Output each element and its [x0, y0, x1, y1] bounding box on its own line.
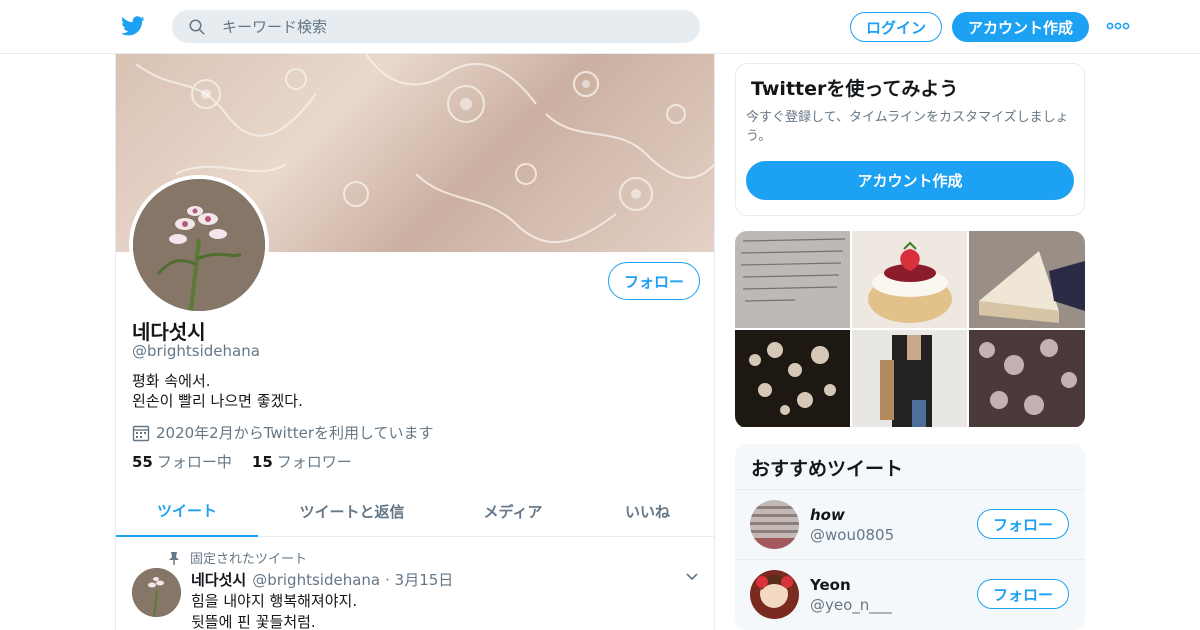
media-thumbnail[interactable]	[735, 231, 850, 328]
bio-line: 평화 속에서.	[132, 372, 211, 390]
signup-card-button[interactable]: アカウント作成	[746, 161, 1074, 200]
follow-button[interactable]: フォロー	[608, 262, 700, 300]
signup-card: Twitterを使ってみよう 今すぐ登録して、タイムラインをカスタマイズしましょ…	[735, 63, 1085, 216]
tab-likes[interactable]: いいね	[580, 486, 714, 537]
tab-media[interactable]: メディア	[446, 486, 580, 537]
media-thumbnail[interactable]	[969, 231, 1085, 328]
signup-button[interactable]: アカウント作成	[952, 12, 1089, 42]
user-name[interactable]: 𝙝𝙤𝙬	[810, 506, 845, 524]
tweet-header: 네다섯시 @brightsidehana · 3月15日	[191, 569, 453, 590]
tweet-date[interactable]: · 3月15日	[385, 569, 453, 590]
flower-photo-small	[132, 568, 181, 617]
following-stat[interactable]: 55 フォロー中	[132, 451, 232, 472]
following-label: フォロー中	[156, 453, 232, 471]
followers-label: フォロワー	[276, 453, 352, 471]
media-thumbnail[interactable]	[852, 231, 967, 328]
top-navigation-bar: ログイン アカウント作成	[0, 0, 1200, 54]
more-options-icon[interactable]	[1106, 18, 1130, 34]
media-thumbnail[interactable]	[969, 330, 1085, 427]
following-count: 55	[132, 453, 153, 471]
tweet-line: 힘을 내야지 행복해져야지.	[191, 592, 358, 610]
user-handle[interactable]: @yeo_n___	[810, 596, 892, 614]
recommended-user[interactable]: Yeon @yeo_n___ フォロー	[735, 559, 1085, 628]
recommended-tweets-card: おすすめツイート 𝙝𝙤𝙬 @wou0805 フォロー Yeon @yeo_n__…	[735, 444, 1085, 630]
profile-handle[interactable]: @brightsidehana	[132, 342, 260, 360]
calendar-icon	[132, 425, 150, 441]
follow-button[interactable]: フォロー	[977, 579, 1069, 609]
profile-column: フォロー 네다섯시 @brightsidehana 평화 속에서. 왼손이 빨리…	[115, 54, 715, 630]
tweet-line: 뒷뜰에 핀 꽃들처럼.	[191, 613, 316, 630]
followers-stat[interactable]: 15 フォロワー	[252, 451, 352, 472]
bio-line: 왼손이 빨리 나으면 좋겠다.	[132, 392, 303, 410]
user-handle[interactable]: @wou0805	[810, 526, 894, 544]
tab-tweets-and-replies[interactable]: ツイートと返信	[258, 486, 446, 537]
profile-bio: 평화 속에서. 왼손이 빨리 나으면 좋겠다.	[132, 371, 303, 411]
profile-tabs: ツイート ツイートと返信 メディア いいね	[116, 486, 714, 537]
user-avatar[interactable]	[750, 500, 799, 549]
signup-card-description: 今すぐ登録して、タイムラインをカスタマイズしましょう。	[746, 110, 1069, 144]
join-date: 2020年2月からTwitterを利用しています	[132, 422, 434, 443]
tweet-author-name[interactable]: 네다섯시	[191, 569, 246, 590]
join-date-text: 2020年2月からTwitterを利用しています	[156, 424, 434, 442]
signup-card-title: Twitterを使ってみよう	[751, 78, 959, 100]
tweet-avatar[interactable]	[132, 568, 181, 617]
recommended-user[interactable]: 𝙝𝙤𝙬 @wou0805 フォロー	[735, 489, 1085, 558]
chevron-down-icon[interactable]	[684, 568, 700, 584]
follow-stats: 55 フォロー中 15 フォロワー	[132, 451, 372, 472]
user-name[interactable]: Yeon	[810, 576, 851, 594]
login-button[interactable]: ログイン	[850, 12, 942, 42]
media-grid	[735, 231, 1085, 428]
search-bar[interactable]	[172, 10, 700, 43]
follow-button[interactable]: フォロー	[977, 509, 1069, 539]
media-thumbnail[interactable]	[735, 330, 850, 427]
pinned-indicator: 固定されたツイート	[168, 548, 307, 567]
media-thumbnail[interactable]	[852, 330, 967, 427]
search-input[interactable]	[222, 17, 682, 36]
pin-icon	[169, 551, 179, 565]
flower-photo	[133, 179, 265, 311]
tweet-text: 힘을 내야지 행복해져야지. 뒷뜰에 핀 꽃들처럼.	[191, 591, 357, 630]
user-avatar[interactable]	[750, 570, 799, 619]
followers-count: 15	[251, 453, 273, 471]
tweet-author-handle[interactable]: @brightsidehana	[252, 571, 380, 589]
profile-name: 네다섯시	[132, 320, 206, 344]
recommended-title: おすすめツイート	[751, 458, 904, 480]
search-icon	[189, 19, 205, 34]
profile-avatar[interactable]	[129, 175, 269, 315]
twitter-bird-icon[interactable]	[120, 14, 146, 38]
tab-tweets[interactable]: ツイート	[116, 486, 258, 537]
pinned-label: 固定されたツイート	[190, 552, 308, 567]
